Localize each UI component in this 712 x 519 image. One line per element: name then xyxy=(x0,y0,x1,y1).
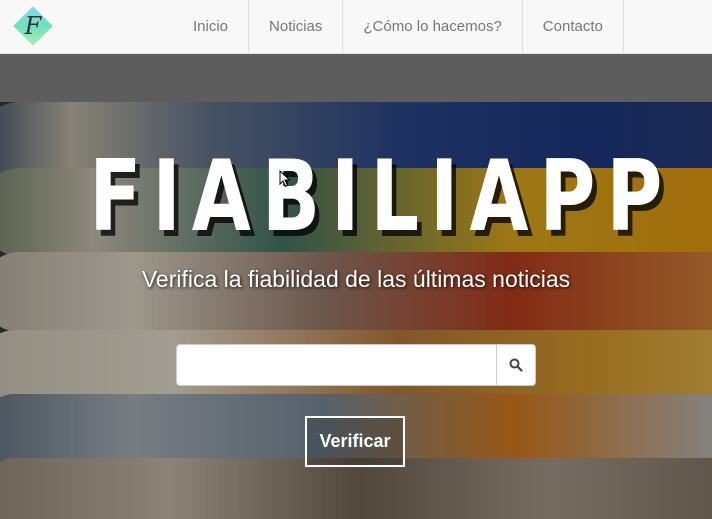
nav-inicio[interactable]: Inicio xyxy=(174,0,250,53)
search-input[interactable] xyxy=(177,345,496,385)
mouse-cursor-icon xyxy=(279,170,291,188)
hero-section: FIABILIAPP Verifica la fiabilidad de las… xyxy=(0,54,712,519)
search-button[interactable] xyxy=(496,345,535,385)
search-box xyxy=(176,344,536,386)
verify-button[interactable]: Verificar xyxy=(305,416,405,467)
hero-title: FIABILIAPP xyxy=(89,140,674,254)
navbar: F Inicio Noticias ¿Cómo lo hacemos? Cont… xyxy=(0,0,712,54)
logo-letter: F xyxy=(24,12,43,40)
main-nav: Inicio Noticias ¿Cómo lo hacemos? Contac… xyxy=(174,0,624,53)
hero-subtitle: Verifica la fiabilidad de las últimas no… xyxy=(141,266,571,292)
nav-contacto[interactable]: Contacto xyxy=(523,0,624,53)
fiabiliapp-logo[interactable]: F xyxy=(12,5,54,47)
nav-noticias[interactable]: Noticias xyxy=(249,0,344,53)
search-icon xyxy=(509,358,523,372)
nav-como-lo-hacemos[interactable]: ¿Cómo lo hacemos? xyxy=(343,0,523,53)
